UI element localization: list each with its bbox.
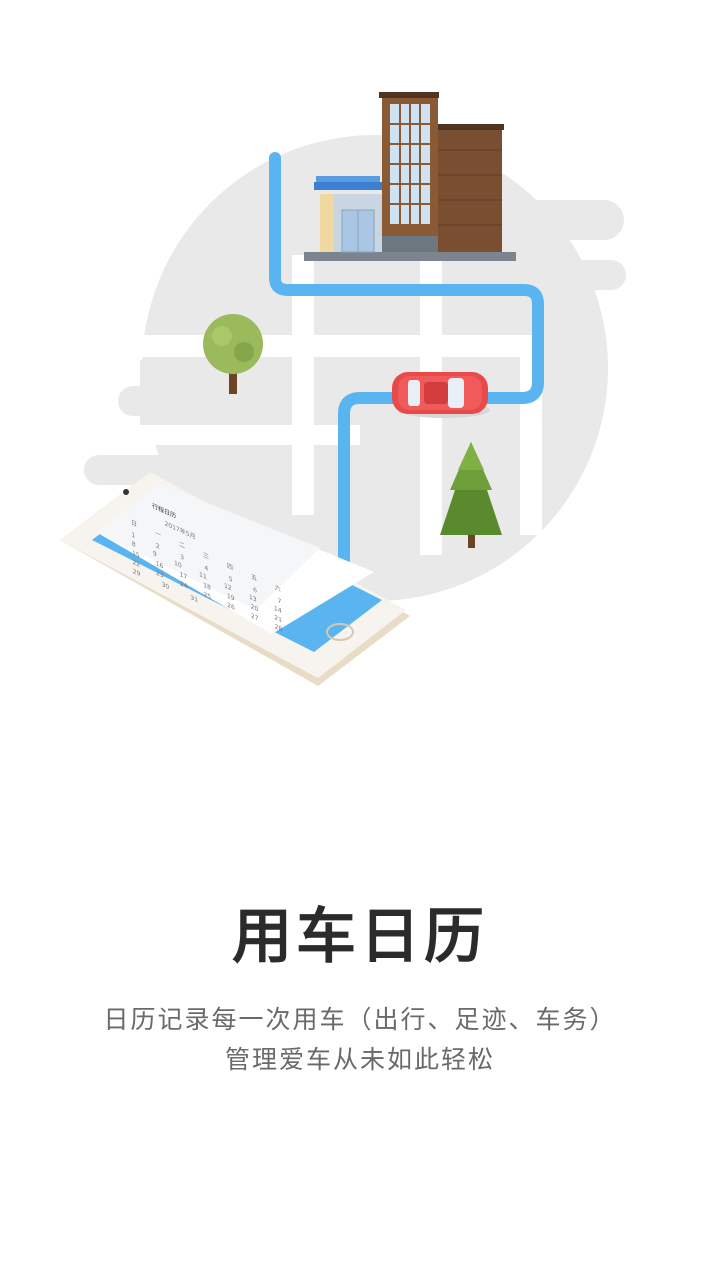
weekday-label: 日 bbox=[130, 518, 138, 529]
page-title: 用车日历 bbox=[232, 902, 488, 972]
weekday-label: 六 bbox=[274, 583, 282, 594]
weekday-label: 二 bbox=[178, 540, 186, 551]
car-icon bbox=[392, 372, 490, 418]
weekday-label: 四 bbox=[226, 562, 234, 573]
page-subtitle-line2: 管理爱车从未如此轻松 bbox=[224, 1045, 495, 1074]
weekday-label: 三 bbox=[202, 551, 210, 562]
weekday-label: 五 bbox=[250, 573, 258, 583]
weekday-label: 一 bbox=[154, 529, 162, 540]
buildings-icon bbox=[304, 92, 516, 261]
page-subtitle-line1: 日历记录每一次用车（出行、足迹、车务） bbox=[103, 1005, 617, 1034]
onboarding-illustration bbox=[60, 92, 626, 686]
